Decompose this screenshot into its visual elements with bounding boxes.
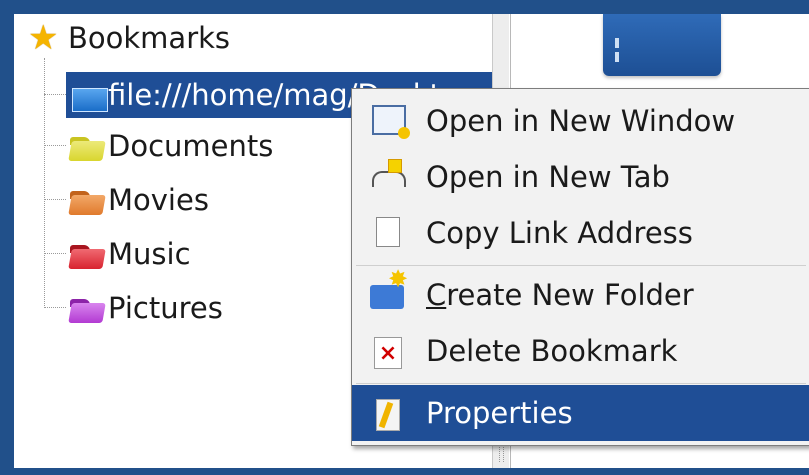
tree-item-pictures[interactable]: Pictures	[66, 288, 223, 328]
tree-branch	[44, 199, 66, 200]
tree-line	[44, 58, 45, 308]
folder-icon	[66, 183, 106, 217]
tree-item-movies[interactable]: Movies	[66, 180, 209, 220]
new-window-icon	[368, 101, 414, 141]
tree-branch	[44, 94, 66, 95]
new-folder-icon	[368, 265, 414, 315]
tree-root-label: Bookmarks	[68, 21, 231, 55]
menu-item-copy-link-address[interactable]: Copy Link Address	[352, 205, 809, 261]
menu-item-label: Open in New Window	[426, 104, 736, 138]
tree-branch	[44, 253, 66, 254]
tree-item-documents[interactable]: Documents	[66, 126, 273, 166]
menu-item-properties[interactable]: Properties	[352, 385, 809, 441]
menu-item-open-new-tab[interactable]: Open in New Tab	[352, 149, 809, 205]
tree-item-music[interactable]: Music	[66, 234, 191, 274]
menu-item-label: Open in New Tab	[426, 160, 670, 194]
menu-separator	[356, 383, 806, 384]
tree-item-label: Movies	[108, 183, 209, 217]
desktop-icon	[66, 78, 108, 112]
folder-icon	[66, 237, 106, 271]
copy-icon	[368, 213, 414, 253]
new-tab-icon	[368, 157, 414, 197]
menu-item-label: Copy Link Address	[426, 216, 693, 250]
tree-item-label: Documents	[108, 129, 274, 163]
menu-item-label-rest: reate New Folder	[446, 278, 694, 312]
menu-item-create-new-folder[interactable]: Create New Folder	[352, 265, 809, 323]
tree-item-label: Music	[108, 237, 191, 271]
menu-item-label: Properties	[426, 396, 573, 430]
menu-item-label: Delete Bookmark	[426, 334, 678, 368]
menu-item-open-new-window[interactable]: Open in New Window	[352, 93, 809, 149]
menu-separator	[356, 265, 806, 266]
tree-root-bookmarks[interactable]: ★ Bookmarks	[26, 18, 230, 58]
tree-branch	[44, 307, 66, 308]
scrollbar-grip[interactable]	[499, 444, 504, 462]
folder-icon	[66, 291, 106, 325]
tree-branch	[44, 145, 66, 146]
tree-item-label: Pictures	[108, 291, 223, 325]
delete-icon: ×	[368, 331, 414, 371]
desktop-thumbnail-icon[interactable]	[603, 14, 721, 76]
folder-icon	[66, 129, 106, 163]
properties-icon	[368, 393, 414, 433]
menu-item-delete-bookmark[interactable]: × Delete Bookmark	[352, 323, 809, 379]
context-menu: Open in New Window Open in New Tab Copy …	[351, 88, 809, 446]
star-icon: ★	[28, 18, 59, 58]
mnemonic-letter: C	[426, 278, 447, 312]
menu-item-label: Create New Folder	[426, 278, 694, 312]
